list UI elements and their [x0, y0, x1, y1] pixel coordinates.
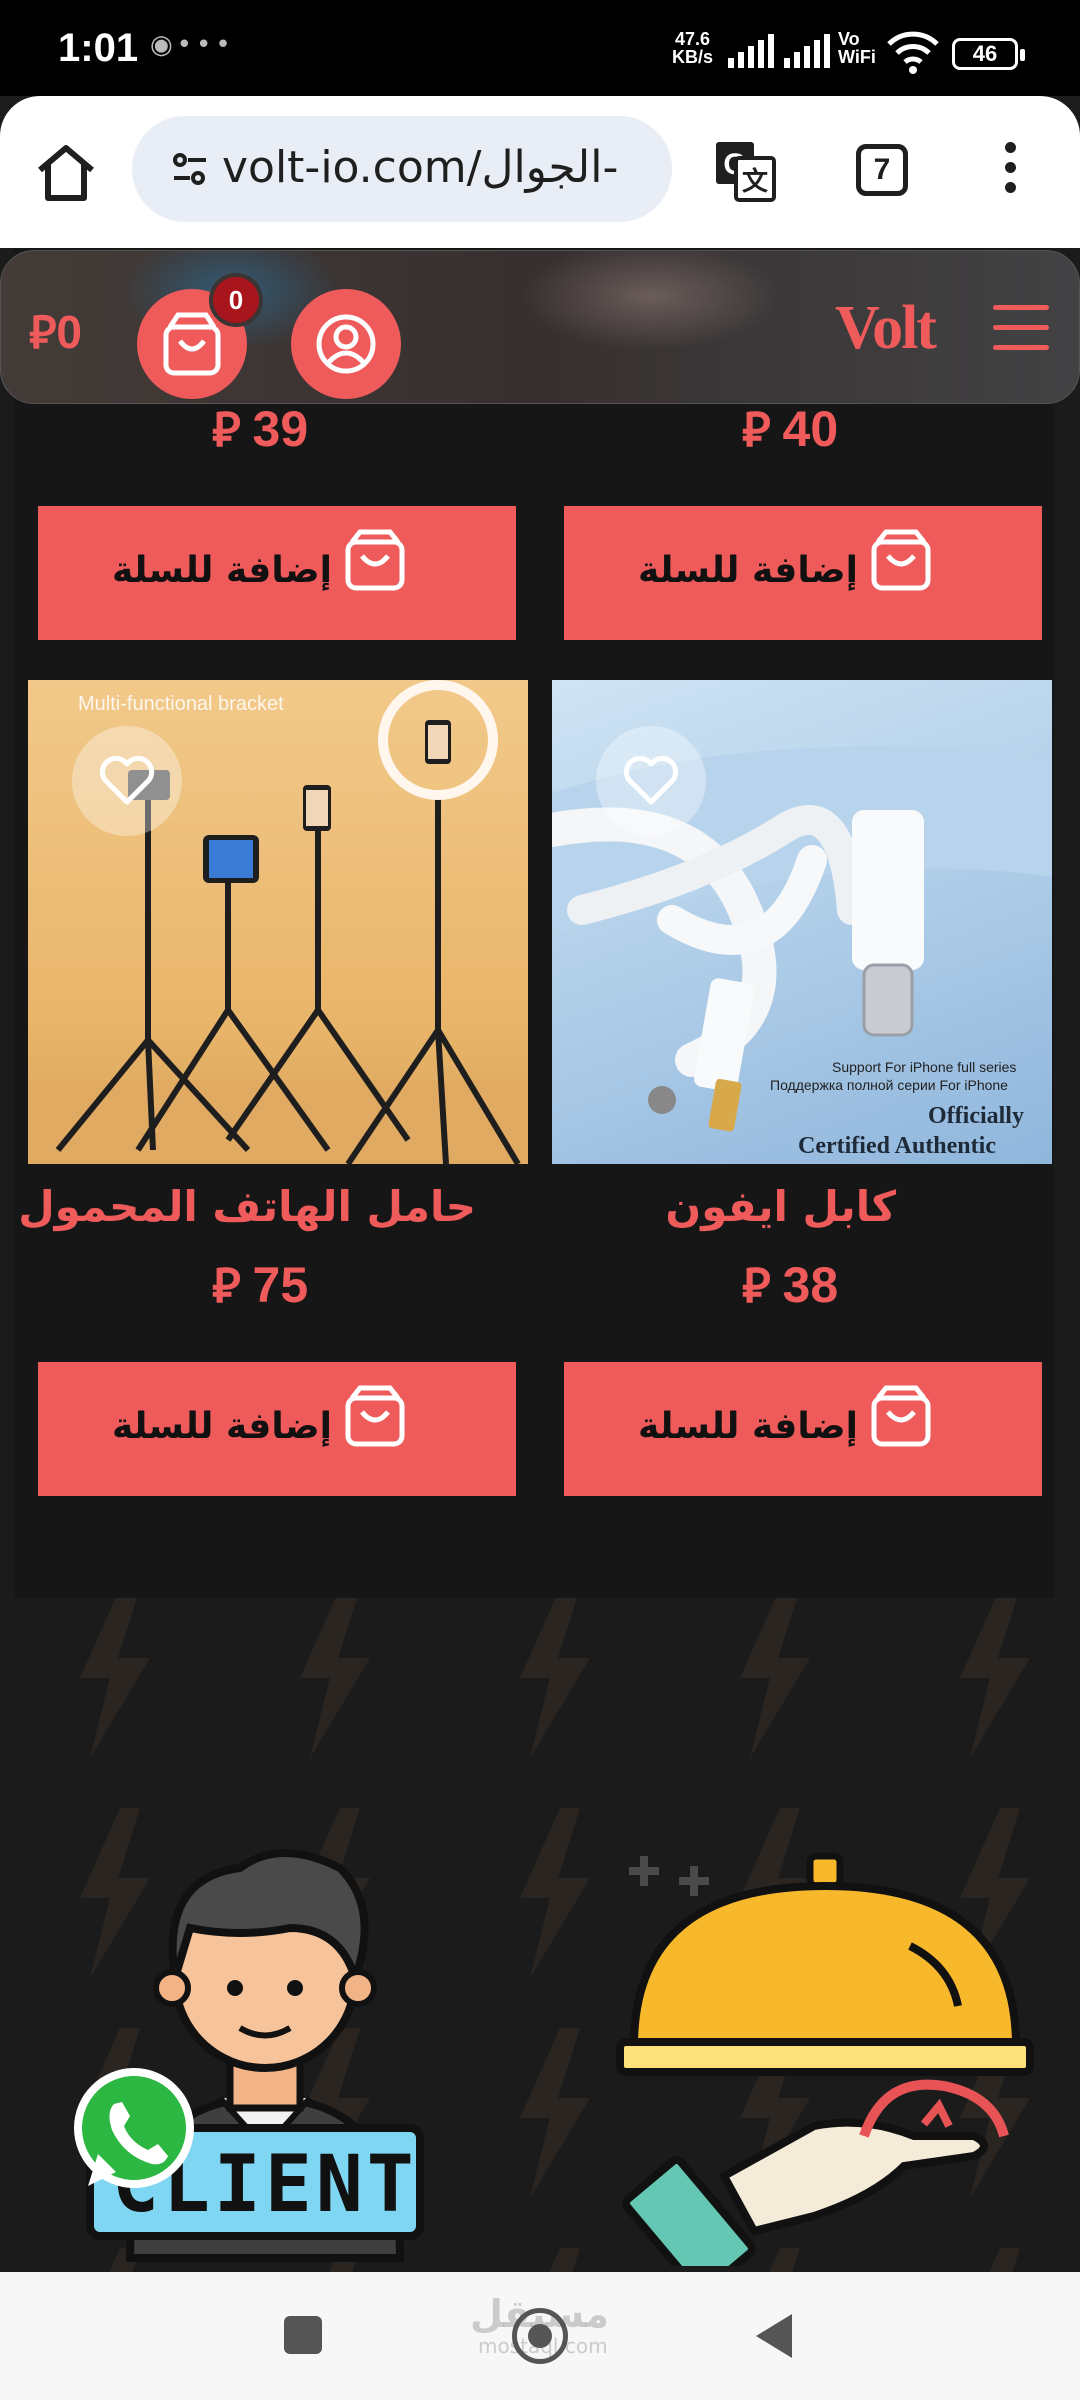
screen: 1:01 ◉••• 47.6 KB/s Vo WiFi 46 volt-io.c…: [0, 0, 1080, 2400]
add-to-cart-button[interactable]: إضافة للسلة: [38, 506, 516, 640]
image-caption: Поддержка полной серии For iPhone: [770, 1077, 1008, 1093]
status-bar: 1:01 ◉••• 47.6 KB/s Vo WiFi 46: [0, 0, 1080, 96]
site-header: ⃁0 0 Volt: [0, 250, 1080, 404]
shopping-bag-icon: [163, 312, 221, 376]
notification-dots-icon: ◉•••: [150, 30, 235, 60]
riyal-icon: ⃁: [742, 1260, 771, 1313]
web-page: ⃁39 ⃁40 إضافة للسلة إضافة للسلة: [0, 248, 1080, 2272]
browser-toolbar: volt-io.com/الجوال- G 文 7: [0, 96, 1080, 248]
add-to-cart-button[interactable]: إضافة للسلة: [564, 506, 1042, 640]
url-text[interactable]: volt-io.com/الجوال-: [222, 142, 618, 193]
image-caption: Certified Authentic: [798, 1133, 996, 1159]
home-icon[interactable]: [30, 140, 102, 204]
address-bar[interactable]: volt-io.com/الجوال-: [132, 116, 672, 222]
status-time: 1:01: [58, 26, 139, 70]
user-icon: [316, 314, 376, 374]
hamburger-menu-icon[interactable]: [993, 305, 1049, 353]
cart-count-badge: 0: [209, 273, 263, 327]
wishlist-button[interactable]: [72, 726, 182, 836]
product-image-phone-holder[interactable]: Multi-functional bracket: [28, 680, 528, 1164]
volt-logo[interactable]: Volt: [835, 293, 937, 364]
product-name[interactable]: حامل الهاتف المحمول: [18, 1182, 476, 1231]
riyal-icon: ⃁: [212, 1260, 241, 1313]
shopping-bag-icon: [345, 1385, 405, 1447]
shopping-bag-icon: [871, 1385, 931, 1447]
riyal-icon: ⃁: [29, 306, 57, 358]
product-name[interactable]: كابل ايفون: [665, 1182, 896, 1231]
image-caption: Multi-functional bracket: [78, 693, 284, 715]
riyal-icon: ⃁: [742, 404, 771, 457]
network-speed: 47.6 KB/s: [672, 29, 714, 67]
image-caption: Officially: [928, 1103, 1024, 1129]
signal-icon-1: [728, 34, 774, 68]
overflow-menu-icon[interactable]: [1000, 142, 1020, 202]
signal-icon-2: [784, 34, 830, 68]
tab-switcher-button[interactable]: 7: [856, 144, 908, 196]
svg-text:文: 文: [742, 166, 769, 197]
system-nav-bar: مستقل mostaql.com: [0, 2272, 1080, 2400]
serving-dish-illustration: [616, 1852, 1034, 2266]
riyal-icon: ⃁: [212, 404, 241, 457]
wishlist-button[interactable]: [596, 726, 706, 836]
product-image-iphone-cable[interactable]: Support For iPhone full series Поддержка…: [552, 680, 1052, 1164]
heart-icon: [99, 756, 155, 805]
site-settings-icon[interactable]: [170, 149, 210, 189]
product-price: ⃁ 40: [742, 401, 839, 457]
add-to-cart-button[interactable]: إضافة للسلة: [38, 1362, 516, 1496]
image-caption: Support For iPhone full series: [832, 1059, 1016, 1075]
shopping-bag-icon: [871, 529, 931, 591]
heart-icon: [623, 756, 679, 805]
account-button[interactable]: [291, 289, 401, 399]
back-button[interactable]: [756, 2314, 792, 2358]
cart-total[interactable]: ⃁0: [29, 301, 82, 361]
vowifi-indicator: Vo WiFi: [838, 29, 876, 67]
home-button[interactable]: [512, 2308, 568, 2364]
product-price: ⃁ 38: [742, 1257, 839, 1313]
product-price: ⃁ 39: [212, 401, 309, 457]
translate-icon[interactable]: G 文: [712, 138, 778, 204]
whatsapp-button[interactable]: [66, 2064, 202, 2200]
shopping-bag-icon: [345, 529, 405, 591]
add-to-cart-button[interactable]: إضافة للسلة: [564, 1362, 1042, 1496]
recents-button[interactable]: [284, 2316, 322, 2354]
battery-indicator: 46: [952, 38, 1025, 70]
wifi-icon: [887, 31, 939, 74]
product-price: ⃁ 75: [212, 1257, 309, 1313]
